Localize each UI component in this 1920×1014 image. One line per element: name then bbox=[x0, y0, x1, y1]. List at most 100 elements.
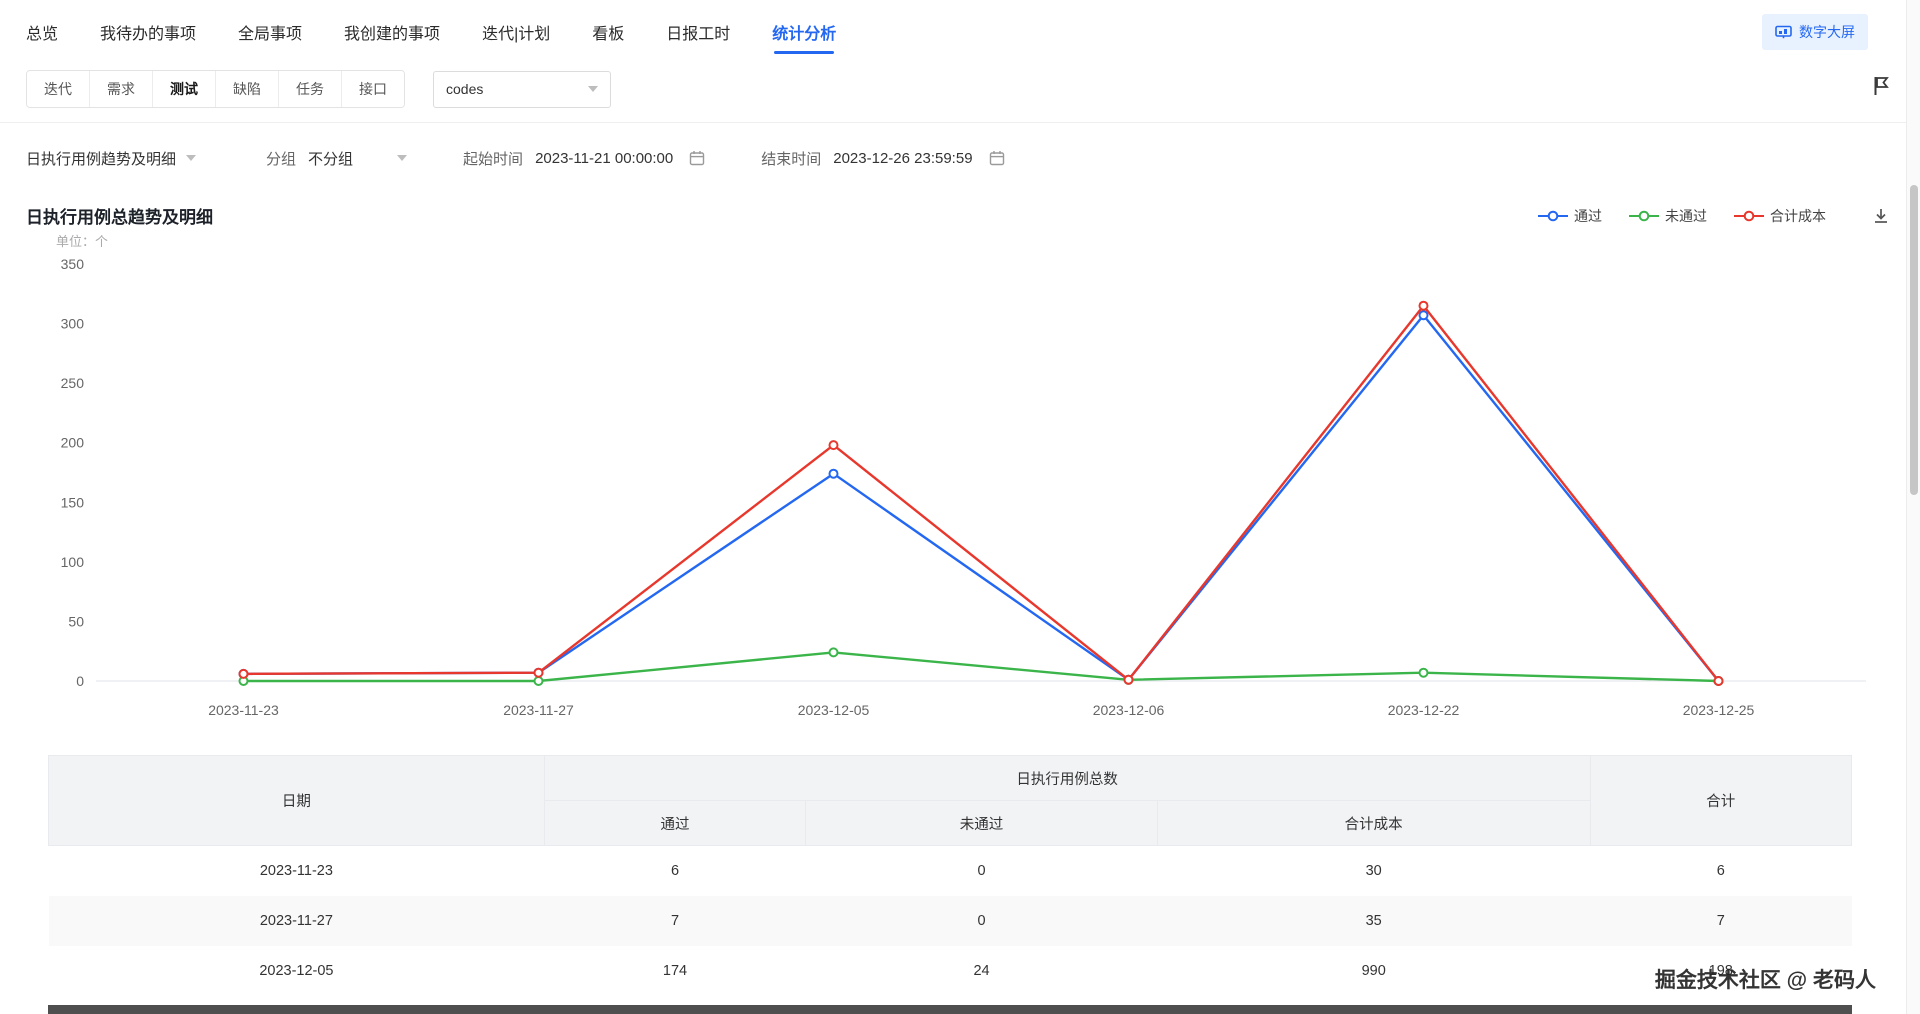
data-point[interactable] bbox=[240, 670, 248, 678]
y-tick-label: 350 bbox=[61, 256, 85, 272]
top-nav-tabs: 总览 我待办的事项 全局事项 我创建的事项 迭代|计划 看板 日报工时 统计分析 bbox=[26, 12, 836, 52]
scrollbar-thumb[interactable] bbox=[1910, 185, 1918, 495]
top-navigation: 总览 我待办的事项 全局事项 我创建的事项 迭代|计划 看板 日报工时 统计分析 数字大屏 bbox=[0, 0, 1920, 64]
data-point[interactable] bbox=[1125, 676, 1133, 684]
top-nav-item-4[interactable]: 我创建的事项 bbox=[344, 12, 440, 52]
data-point[interactable] bbox=[830, 648, 838, 656]
data-point[interactable] bbox=[830, 470, 838, 478]
digital-screen-button[interactable]: 数字大屏 bbox=[1762, 14, 1868, 50]
series-line-合计成本 bbox=[244, 306, 1719, 681]
cell-pass: 174 bbox=[544, 946, 805, 996]
top-nav-item-2[interactable]: 我待办的事项 bbox=[100, 12, 196, 52]
screen-icon bbox=[1775, 25, 1792, 40]
flag-button[interactable] bbox=[1872, 76, 1890, 99]
category-tab-6[interactable]: 接口 bbox=[341, 71, 404, 107]
vertical-scrollbar[interactable] bbox=[1906, 0, 1920, 1014]
data-point[interactable] bbox=[535, 669, 543, 677]
legend-label: 通过 bbox=[1574, 206, 1602, 226]
cell-fail: 24 bbox=[806, 946, 1158, 996]
y-tick-label: 0 bbox=[76, 673, 84, 689]
series-line-未通过 bbox=[244, 652, 1719, 681]
table-row: 2023-11-2770357 bbox=[49, 896, 1852, 946]
chevron-down-icon bbox=[397, 155, 407, 161]
data-point[interactable] bbox=[830, 441, 838, 449]
category-tab-2[interactable]: 需求 bbox=[89, 71, 152, 107]
group-select[interactable]: 不分组 bbox=[308, 148, 407, 169]
download-button[interactable] bbox=[1872, 207, 1890, 225]
start-time-input[interactable]: 2023-11-21 00:00:00 bbox=[535, 150, 673, 167]
legend-marker-icon bbox=[1734, 209, 1764, 223]
end-time-filter: 结束时间 2023-12-26 23:59:59 bbox=[761, 148, 1004, 169]
sub-header-2: 未通过 bbox=[806, 801, 1158, 846]
bottom-strip bbox=[48, 1005, 1852, 1014]
category-tab-3[interactable]: 测试 bbox=[152, 71, 215, 107]
x-tick-label: 2023-12-22 bbox=[1388, 702, 1460, 718]
download-icon bbox=[1872, 207, 1890, 225]
cell-total: 6 bbox=[1590, 846, 1851, 896]
group-label: 分组 bbox=[266, 148, 296, 169]
group-filter: 分组 不分组 bbox=[266, 148, 407, 169]
legend-label: 未通过 bbox=[1665, 206, 1707, 226]
report-type-select[interactable]: 日执行用例趋势及明细 bbox=[26, 148, 196, 169]
project-select-value: codes bbox=[446, 81, 483, 97]
category-tab-group: 迭代需求测试缺陷任务接口 bbox=[26, 70, 405, 108]
table-row: 2023-11-2360306 bbox=[49, 846, 1852, 896]
legend-marker-icon bbox=[1538, 209, 1568, 223]
sub-navigation: 迭代需求测试缺陷任务接口 codes bbox=[0, 64, 1920, 122]
data-point[interactable] bbox=[535, 677, 543, 685]
legend-label: 合计成本 bbox=[1770, 206, 1826, 226]
category-tab-4[interactable]: 缺陷 bbox=[215, 71, 278, 107]
y-axis-unit-label: 单位：个 bbox=[56, 234, 108, 249]
top-nav-item-7[interactable]: 日报工时 bbox=[666, 12, 730, 52]
detail-table: 日期 日执行用例总数 合计 通过未通过合计成本 2023-11-23603062… bbox=[48, 755, 1852, 996]
data-point[interactable] bbox=[1420, 302, 1428, 310]
top-nav-item-1[interactable]: 总览 bbox=[26, 12, 58, 52]
data-point[interactable] bbox=[1715, 677, 1723, 685]
end-time-input[interactable]: 2023-12-26 23:59:59 bbox=[833, 150, 972, 167]
table-header: 日期 日执行用例总数 合计 通过未通过合计成本 bbox=[49, 756, 1852, 846]
top-nav-item-3[interactable]: 全局事项 bbox=[238, 12, 302, 52]
x-tick-label: 2023-12-06 bbox=[1093, 702, 1165, 718]
y-tick-label: 250 bbox=[61, 375, 85, 391]
project-select[interactable]: codes bbox=[433, 71, 611, 108]
sub-header-1: 通过 bbox=[544, 801, 805, 846]
start-time-filter: 起始时间 2023-11-21 00:00:00 bbox=[463, 148, 705, 169]
cell-pass: 7 bbox=[544, 896, 805, 946]
top-nav-item-8[interactable]: 统计分析 bbox=[772, 12, 836, 52]
x-tick-label: 2023-12-25 bbox=[1683, 702, 1755, 718]
cell-date: 2023-11-23 bbox=[49, 846, 545, 896]
sub-header-3: 合计成本 bbox=[1157, 801, 1590, 846]
statistics-page: 总览 我待办的事项 全局事项 我创建的事项 迭代|计划 看板 日报工时 统计分析 数字大屏 迭… bbox=[0, 0, 1920, 1014]
legend-marker-icon bbox=[1629, 209, 1659, 223]
y-tick-label: 200 bbox=[61, 435, 85, 451]
calendar-icon[interactable] bbox=[989, 150, 1005, 166]
chart-area: 单位：个0501001502002503003502023-11-232023-… bbox=[0, 228, 1920, 741]
flag-icon bbox=[1872, 76, 1890, 96]
y-tick-label: 300 bbox=[61, 316, 85, 332]
data-point[interactable] bbox=[1420, 311, 1428, 319]
legend-item-3[interactable]: 合计成本 bbox=[1734, 206, 1826, 226]
top-nav-item-5[interactable]: 迭代|计划 bbox=[482, 12, 550, 52]
chart-title: 日执行用例总趋势及明细 bbox=[26, 203, 213, 228]
start-time-label: 起始时间 bbox=[463, 148, 523, 169]
calendar-icon[interactable] bbox=[689, 150, 705, 166]
line-chart[interactable]: 单位：个0501001502002503003502023-11-232023-… bbox=[26, 234, 1882, 736]
data-point[interactable] bbox=[1420, 669, 1428, 677]
digital-screen-label: 数字大屏 bbox=[1799, 22, 1855, 42]
header-group: 日执行用例总数 bbox=[544, 756, 1590, 801]
cell-fail: 0 bbox=[806, 896, 1158, 946]
category-tab-1[interactable]: 迭代 bbox=[27, 71, 89, 107]
legend-item-1[interactable]: 通过 bbox=[1538, 206, 1602, 226]
cell-fail: 0 bbox=[806, 846, 1158, 896]
header-total: 合计 bbox=[1590, 756, 1851, 846]
table-row: 2023-12-0517424990198 bbox=[49, 946, 1852, 996]
top-nav-item-6[interactable]: 看板 bbox=[592, 12, 624, 52]
chevron-down-icon bbox=[186, 155, 196, 161]
cell-cost: 990 bbox=[1157, 946, 1590, 996]
cell-date: 2023-11-27 bbox=[49, 896, 545, 946]
category-tab-5[interactable]: 任务 bbox=[278, 71, 341, 107]
filter-bar: 日执行用例趋势及明细 分组 不分组 起始时间 2023-11-21 00:00:… bbox=[0, 123, 1920, 193]
cell-pass: 6 bbox=[544, 846, 805, 896]
legend-item-2[interactable]: 未通过 bbox=[1629, 206, 1707, 226]
report-type-value: 日执行用例趋势及明细 bbox=[26, 148, 176, 169]
